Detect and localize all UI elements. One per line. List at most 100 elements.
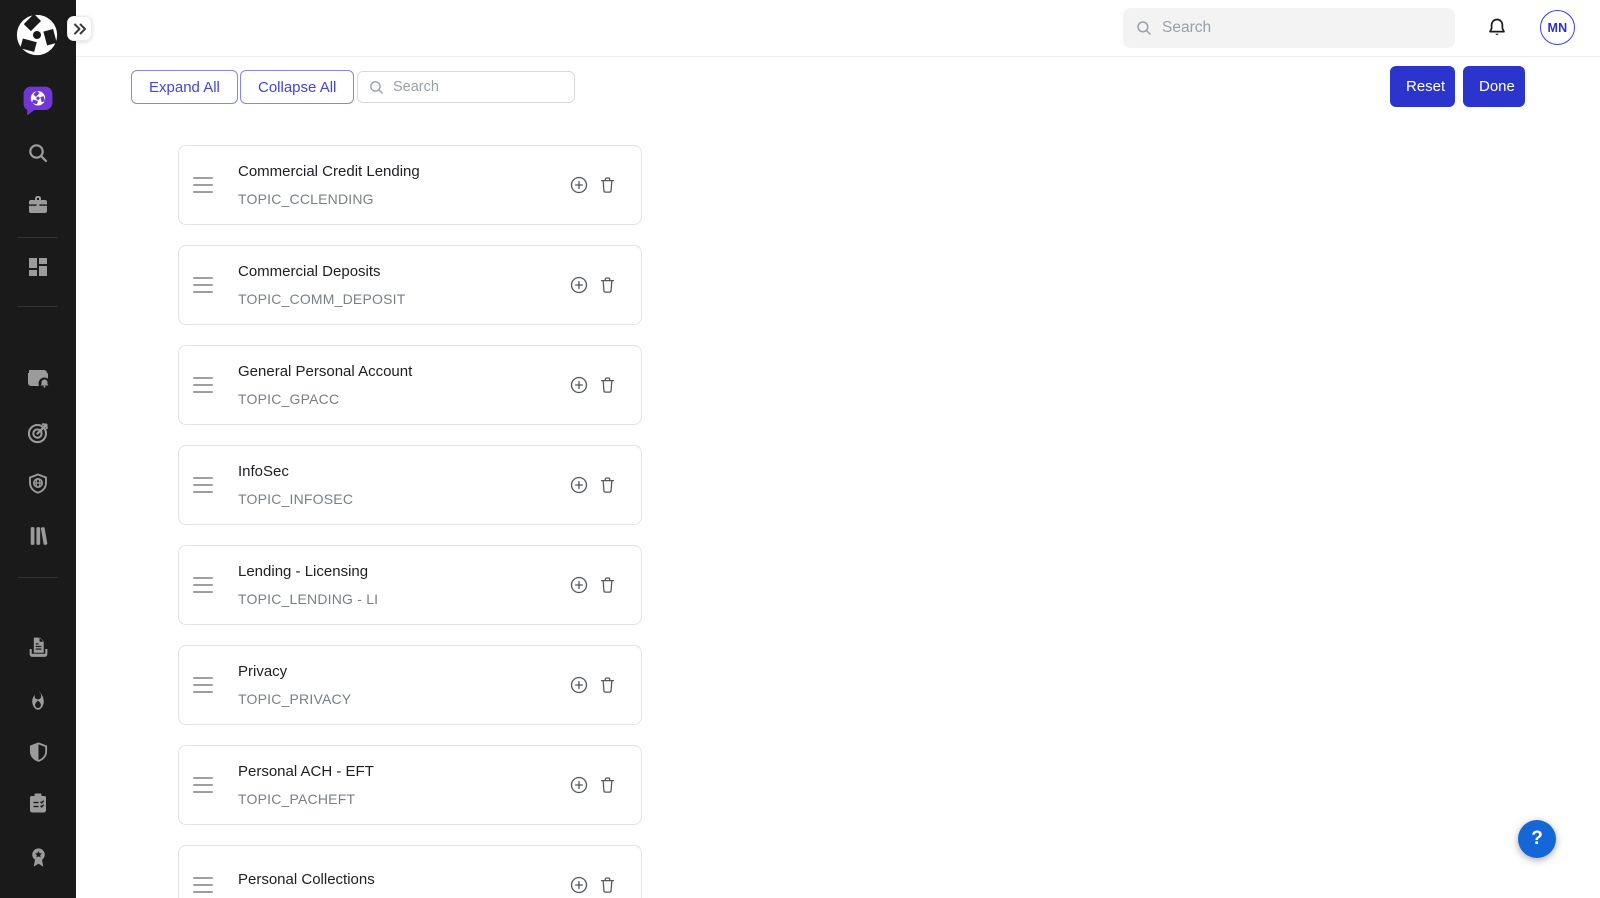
add-circle-button[interactable] xyxy=(569,775,589,795)
reset-button[interactable]: Reset xyxy=(1390,66,1455,107)
topic-text-block: Lending - Licensing TOPIC_LENDING - LI xyxy=(238,563,569,607)
add-circle-button[interactable] xyxy=(569,675,589,695)
topic-code: TOPIC_INFOSEC xyxy=(238,491,569,507)
sidebar-item-dashboard[interactable] xyxy=(18,247,58,287)
add-circle-button[interactable] xyxy=(569,375,589,395)
plus-circle-icon xyxy=(569,275,589,295)
topic-actions xyxy=(569,175,617,195)
drag-handle-icon[interactable] xyxy=(193,777,213,793)
delete-button[interactable] xyxy=(598,375,617,395)
trash-icon xyxy=(598,775,617,795)
topic-title: Commercial Credit Lending xyxy=(238,163,569,181)
drag-handle-icon[interactable] xyxy=(193,877,213,893)
delete-button[interactable] xyxy=(598,875,617,895)
plus-circle-icon xyxy=(569,375,589,395)
topic-card[interactable]: Commercial Credit Lending TOPIC_CCLENDIN… xyxy=(178,145,642,225)
topic-actions xyxy=(569,875,617,895)
sidebar-expand-button[interactable] xyxy=(67,16,92,41)
sidebar-item-briefcase[interactable] xyxy=(18,185,58,225)
sidebar-item-security[interactable] xyxy=(18,732,58,772)
add-circle-button[interactable] xyxy=(569,875,589,895)
user-avatar[interactable]: MN xyxy=(1540,10,1575,45)
sidebar-item-goals[interactable] xyxy=(18,412,58,452)
trash-icon xyxy=(598,375,617,395)
sidebar-item-achievements[interactable] xyxy=(18,837,58,877)
shield-globe-icon xyxy=(26,472,50,496)
trash-icon xyxy=(598,175,617,195)
plus-circle-icon xyxy=(569,475,589,495)
sidebar-item-assessments[interactable] xyxy=(18,783,58,823)
topic-text-block: Commercial Deposits TOPIC_COMM_DEPOSIT xyxy=(238,263,569,307)
topic-title: Privacy xyxy=(238,663,569,681)
delete-button[interactable] xyxy=(598,175,617,195)
drag-handle-icon[interactable] xyxy=(193,577,213,593)
trash-icon xyxy=(598,675,617,695)
topic-card[interactable]: Personal Collections xyxy=(178,845,642,898)
topic-card[interactable]: Privacy TOPIC_PRIVACY xyxy=(178,645,642,725)
topic-search[interactable] xyxy=(357,71,575,103)
sidebar-item-library[interactable] xyxy=(18,515,58,555)
drag-handle-icon[interactable] xyxy=(193,177,213,193)
topic-card[interactable]: Commercial Deposits TOPIC_COMM_DEPOSIT xyxy=(178,245,642,325)
plus-circle-icon xyxy=(569,575,589,595)
sidebar-item-document-tray[interactable] xyxy=(18,627,58,667)
expand-all-button[interactable]: Expand All xyxy=(131,70,238,104)
brand-logo-icon xyxy=(14,12,60,58)
sidebar-divider xyxy=(18,306,58,307)
topic-text-block: Commercial Credit Lending TOPIC_CCLENDIN… xyxy=(238,163,569,207)
done-button[interactable]: Done xyxy=(1463,66,1525,107)
global-search-input[interactable] xyxy=(1162,19,1443,37)
delete-button[interactable] xyxy=(598,275,617,295)
sidebar-item-wallet-notifications[interactable] xyxy=(18,358,58,398)
clipboard-check-icon xyxy=(26,791,50,815)
delete-button[interactable] xyxy=(598,675,617,695)
add-circle-button[interactable] xyxy=(569,175,589,195)
topic-code: TOPIC_CCLENDING xyxy=(238,191,569,207)
dashboard-icon xyxy=(26,255,50,279)
topic-title: Personal ACH - EFT xyxy=(238,763,569,781)
topic-search-input[interactable] xyxy=(393,79,564,95)
drag-handle-icon[interactable] xyxy=(193,477,213,493)
sidebar-item-global-security[interactable] xyxy=(18,464,58,504)
wallet-notification-icon xyxy=(25,365,51,391)
topic-list: Commercial Credit Lending TOPIC_CCLENDIN… xyxy=(178,145,642,898)
topic-card[interactable]: General Personal Account TOPIC_GPACC xyxy=(178,345,642,425)
topic-title: Commercial Deposits xyxy=(238,263,569,281)
topic-text-block: Personal ACH - EFT TOPIC_PACHEFT xyxy=(238,763,569,807)
drag-handle-icon[interactable] xyxy=(193,377,213,393)
bell-icon xyxy=(1485,16,1509,40)
target-arrow-icon xyxy=(26,420,51,445)
notifications-button[interactable] xyxy=(1483,14,1511,42)
topic-card[interactable]: InfoSec TOPIC_INFOSEC xyxy=(178,445,642,525)
topic-title: Lending - Licensing xyxy=(238,563,569,581)
collapse-all-button[interactable]: Collapse All xyxy=(240,70,354,104)
sidebar-item-trending[interactable] xyxy=(18,680,58,720)
sidebar xyxy=(0,0,76,898)
sidebar-item-search[interactable] xyxy=(18,133,58,173)
plus-circle-icon xyxy=(569,775,589,795)
briefcase-icon xyxy=(26,193,50,217)
search-icon xyxy=(1135,19,1153,37)
document-tray-icon xyxy=(26,635,51,660)
trash-icon xyxy=(598,575,617,595)
topic-card[interactable]: Lending - Licensing TOPIC_LENDING - LI xyxy=(178,545,642,625)
sidebar-item-assistant-chat[interactable] xyxy=(18,81,58,121)
help-button[interactable]: ? xyxy=(1518,820,1556,858)
sidebar-divider xyxy=(18,237,58,238)
topic-code: TOPIC_PRIVACY xyxy=(238,691,569,707)
add-circle-button[interactable] xyxy=(569,475,589,495)
global-search[interactable] xyxy=(1123,8,1455,48)
topic-actions xyxy=(569,575,617,595)
drag-handle-icon[interactable] xyxy=(193,277,213,293)
delete-button[interactable] xyxy=(598,475,617,495)
topic-code: TOPIC_PACHEFT xyxy=(238,791,569,807)
add-circle-button[interactable] xyxy=(569,575,589,595)
delete-button[interactable] xyxy=(598,575,617,595)
add-circle-button[interactable] xyxy=(569,275,589,295)
plus-circle-icon xyxy=(569,875,589,895)
search-icon xyxy=(26,141,50,165)
topic-title: InfoSec xyxy=(238,463,569,481)
drag-handle-icon[interactable] xyxy=(193,677,213,693)
delete-button[interactable] xyxy=(598,775,617,795)
topic-card[interactable]: Personal ACH - EFT TOPIC_PACHEFT xyxy=(178,745,642,825)
